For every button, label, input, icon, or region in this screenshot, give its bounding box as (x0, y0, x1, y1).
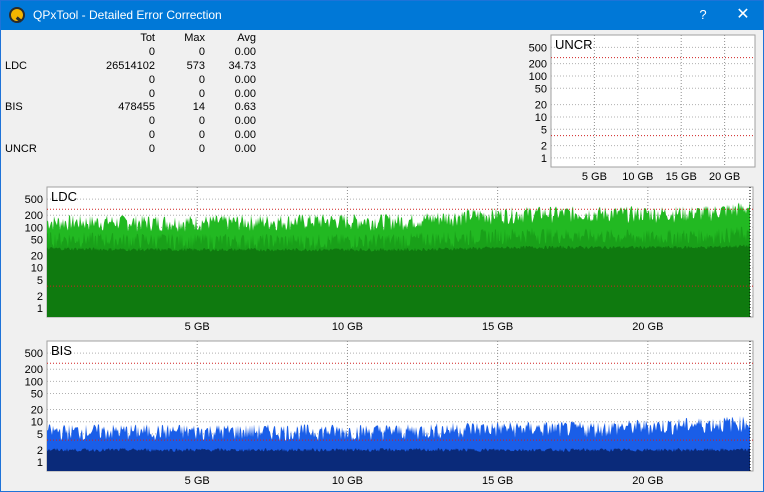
ldc-chart: 5002001005020105215 GB 10 GB 15 GB 20 GBLDC (25, 186, 754, 333)
y-tick-label: 1 (541, 153, 547, 165)
stats-label: LDC (5, 59, 28, 72)
qpxtool-window: QPxTool - Detailed Error Correction ? ✕ … (0, 0, 764, 492)
stats-header-row: Tot Max Avg (1, 31, 256, 45)
stats-label (1, 128, 63, 142)
y-tick-label: 200 (25, 364, 43, 376)
series-area (47, 448, 750, 471)
stats-avg: 0.63 (234, 101, 256, 114)
x-tick-label: 15 GB (482, 475, 513, 487)
stats-label (1, 73, 63, 87)
stats-label (1, 114, 63, 128)
y-tick-label: 50 (31, 234, 43, 246)
stats-row: 0 0 0.00 (1, 114, 256, 128)
y-tick-label: 50 (31, 388, 43, 400)
stats-header-tot: Tot (140, 31, 155, 44)
stats-label (1, 87, 63, 101)
stats-row: 0 0 0.00 (1, 73, 256, 87)
stats-avg: 0.00 (234, 143, 256, 156)
y-tick-label: 10 (31, 417, 43, 429)
stats-row: 0 0 0.00 (1, 87, 256, 101)
y-tick-label: 100 (25, 222, 43, 234)
stats-row: BIS 478455 14 0.63 (1, 100, 256, 114)
stats-tot: 26514102 (106, 59, 155, 72)
y-tick-label: 100 (529, 71, 547, 83)
window-title: QPxTool - Detailed Error Correction (33, 8, 222, 22)
stats-max: 14 (192, 101, 205, 114)
series-area (47, 244, 750, 317)
x-tick-label: 20 GB (632, 321, 663, 333)
qpxtool-icon (9, 7, 25, 23)
chart-title: LDC (51, 189, 77, 204)
y-tick-label: 500 (25, 348, 43, 360)
y-tick-label: 500 (25, 194, 43, 206)
stats-row: LDC 26514102 573 34.73 (1, 59, 256, 73)
stats-row: 0 0 0.00 (1, 128, 256, 142)
stats-label (1, 45, 63, 59)
y-tick-label: 1 (37, 303, 43, 315)
x-tick-label: 15 GB (666, 171, 697, 183)
stats-max: 0 (198, 87, 205, 100)
x-tick-label: 20 GB (632, 475, 663, 487)
y-tick-label: 2 (541, 141, 547, 153)
chart-title: UNCR (555, 37, 593, 52)
y-tick-label: 500 (529, 42, 547, 54)
y-tick-label: 20 (535, 100, 547, 112)
stats-max: 0 (198, 129, 205, 142)
y-tick-label: 50 (535, 83, 547, 95)
x-tick-label: 10 GB (332, 321, 363, 333)
x-tick-label: 10 GB (332, 475, 363, 487)
stats-tot: 0 (148, 87, 155, 100)
y-tick-label: 10 (31, 263, 43, 275)
stats-row: 0 0 0.00 (1, 45, 256, 59)
stats-header-label (1, 31, 63, 45)
stats-avg: 0.00 (234, 73, 256, 86)
x-tick-label: 5 GB (185, 321, 210, 333)
stats-avg: 34.73 (228, 59, 256, 72)
y-tick-label: 20 (31, 405, 43, 417)
stats-max: 0 (198, 143, 205, 156)
stats-tot: 0 (148, 73, 155, 86)
stats-avg: 0.00 (234, 115, 256, 128)
x-tick-label: 20 GB (709, 171, 740, 183)
y-tick-label: 200 (529, 59, 547, 71)
stats-label: UNCR (5, 143, 37, 156)
stats-header-max: Max (184, 31, 205, 44)
help-button[interactable]: ? (691, 5, 715, 25)
title-bar: QPxTool - Detailed Error Correction ? ✕ (1, 1, 763, 30)
stats-max: 573 (186, 59, 205, 72)
y-tick-label: 5 (37, 429, 43, 441)
stats-avg: 0.00 (234, 45, 256, 58)
stats-label: BIS (5, 101, 23, 114)
y-tick-label: 5 (541, 124, 547, 136)
uncr-chart: 5002001005020105215 GB 10 GB 15 GB 20 GBUNC… (529, 34, 756, 183)
stats-max: 0 (198, 115, 205, 128)
y-tick-label: 2 (37, 291, 43, 303)
error-stats-table: Tot Max Avg 0 0 0.00 LDC 26514102 573 34.73 0… (1, 31, 271, 166)
x-tick-label: 10 GB (622, 171, 653, 183)
stats-tot: 0 (148, 45, 155, 58)
stats-tot: 0 (148, 143, 155, 156)
y-tick-label: 20 (31, 251, 43, 263)
chart-title: BIS (51, 343, 72, 358)
y-tick-label: 1 (37, 457, 43, 469)
stats-avg: 0.00 (234, 129, 256, 142)
stats-max: 0 (198, 73, 205, 86)
stats-tot: 0 (148, 129, 155, 142)
stats-tot: 0 (148, 115, 155, 128)
y-tick-label: 200 (25, 210, 43, 222)
close-button[interactable]: ✕ (729, 5, 757, 25)
x-tick-label: 5 GB (185, 475, 210, 487)
y-tick-label: 5 (37, 275, 43, 287)
x-tick-label: 15 GB (482, 321, 513, 333)
y-tick-label: 2 (37, 445, 43, 457)
stats-row: UNCR 0 0 0.00 (1, 142, 256, 156)
stats-tot: 478455 (118, 101, 155, 114)
stats-max: 0 (198, 45, 205, 58)
y-tick-label: 10 (535, 112, 547, 124)
stats-header-avg: Avg (237, 31, 256, 44)
stats-avg: 0.00 (234, 87, 256, 100)
bis-chart: 5002001005020105215 GB 10 GB 15 GB 20 GBBIS (25, 340, 754, 487)
y-tick-label: 100 (25, 376, 43, 388)
x-tick-label: 5 GB (582, 171, 607, 183)
